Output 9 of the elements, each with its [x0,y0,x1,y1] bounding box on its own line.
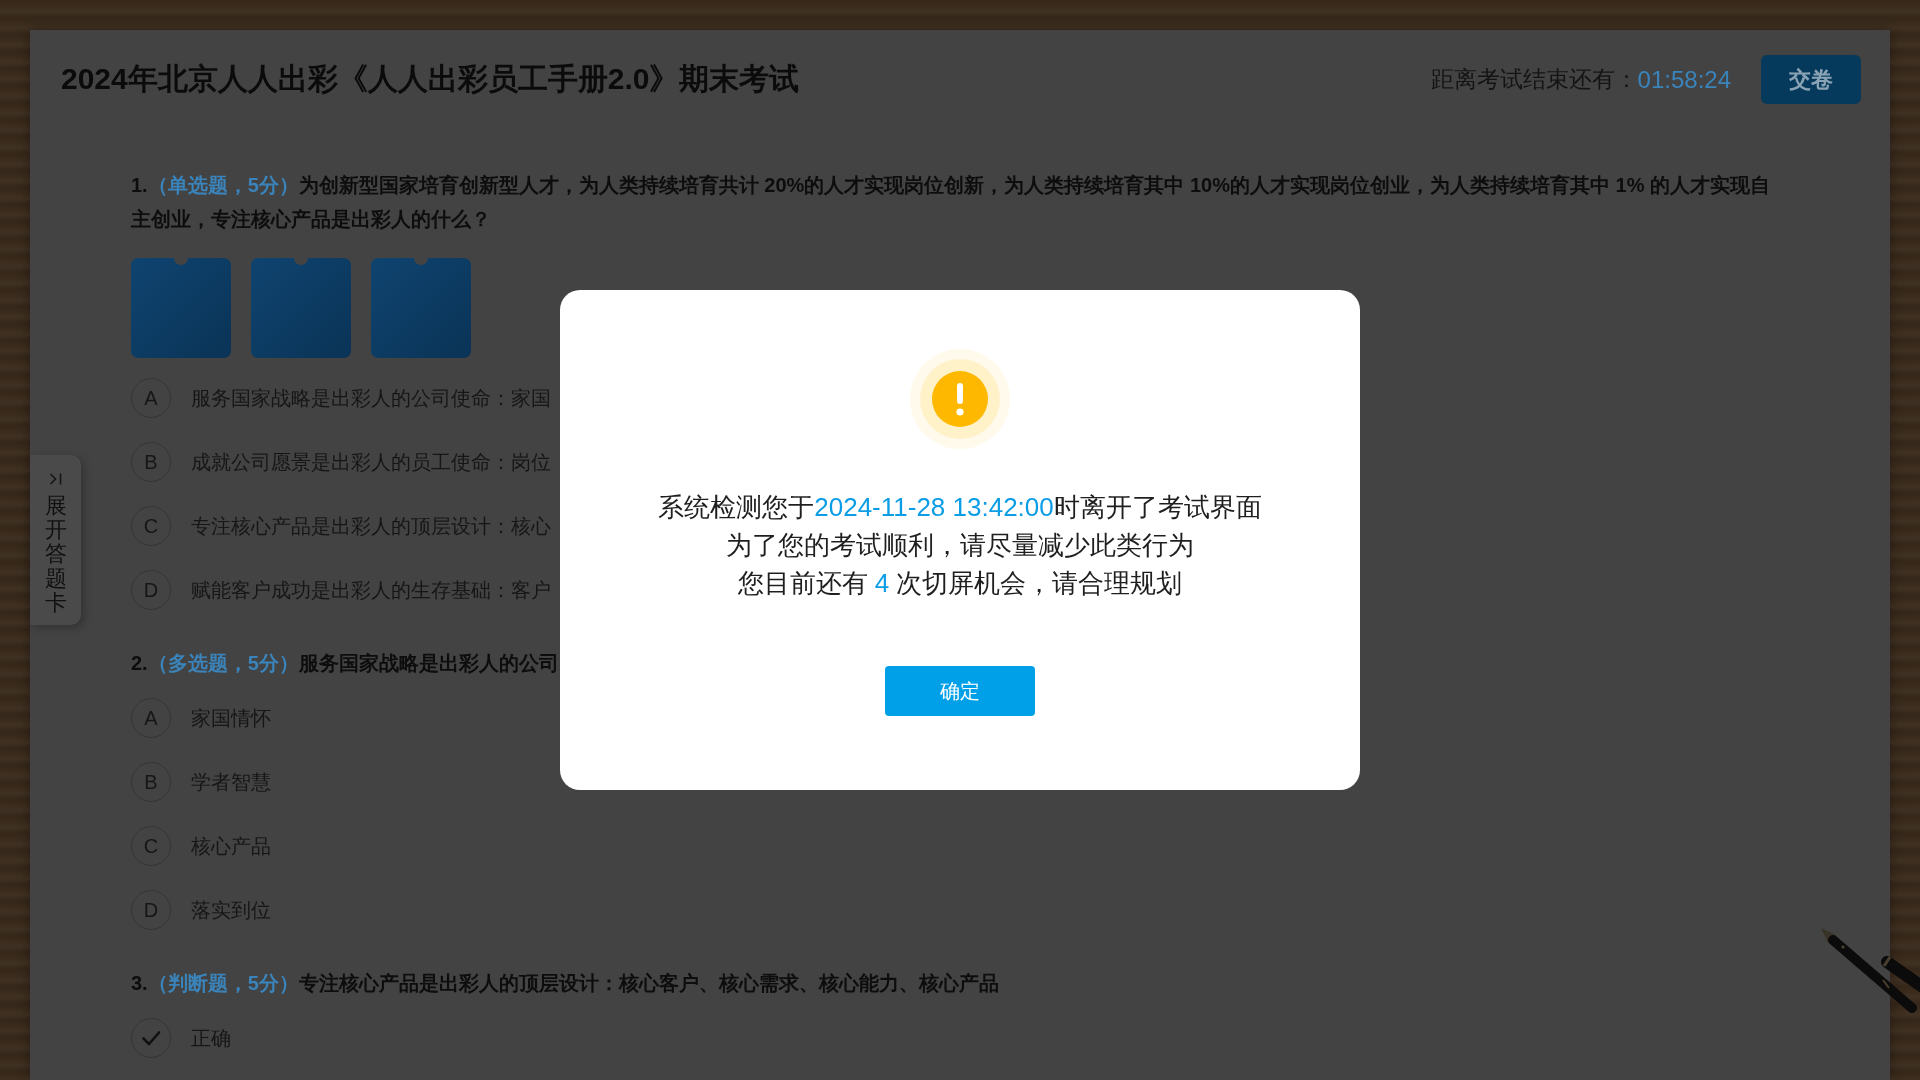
countdown-timer: 01:58:24 [1637,65,1731,94]
chevron-bar-icon [48,472,63,486]
tick-icon[interactable] [131,1018,171,1058]
submit-button[interactable]: 交卷 [1761,55,1861,104]
warning-message: 系统检测您于2024-11-28 13:42:00时离开了考试界面 为了您的考试顺利，请尽量减少此类行为 您目前还有 4 次切屏机会，请合理规划 [658,491,1262,600]
confirm-button[interactable]: 确定 [885,666,1035,716]
exam-title: 2024年北京人人出彩《人人出彩员工手册2.0》期末考试 [61,61,800,97]
warning-icon [910,349,1010,449]
answer-card-tab[interactable]: 展开答题卡 [30,455,81,625]
